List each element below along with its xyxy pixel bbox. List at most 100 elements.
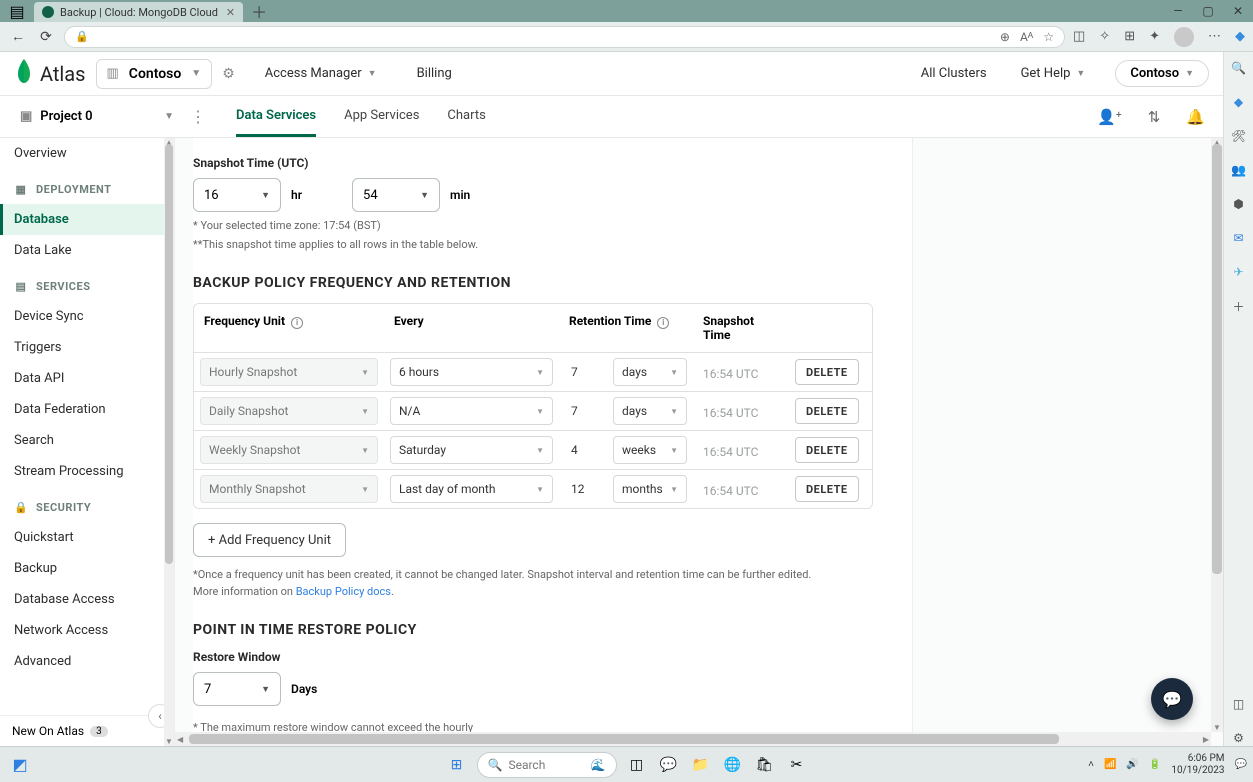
retention-number-input[interactable] [565, 358, 601, 386]
freq-unit-select[interactable]: Hourly Snapshot▼ [200, 358, 378, 386]
edge-panel-icon[interactable]: ◫ [1231, 696, 1247, 712]
browser-tab[interactable]: Backup | Cloud: MongoDB Cloud ✕ [34, 2, 243, 22]
tray-notifications-icon[interactable]: 💬 [1235, 759, 1247, 770]
access-manager-link[interactable]: Access Manager ▼ [265, 66, 377, 81]
sidebar-item-data-api[interactable]: Data API [0, 363, 165, 394]
window-maximize[interactable]: ▢ [1193, 4, 1223, 18]
refresh-icon[interactable]: ⟳ [36, 29, 56, 45]
sidebar-new-on-atlas[interactable]: New On Atlas 3 [0, 715, 165, 746]
main-scrollbar[interactable]: ▲ ▼ [1211, 138, 1223, 732]
every-select[interactable]: Last day of month▼ [390, 475, 553, 503]
tray-battery-icon[interactable]: 🔋 [1149, 759, 1161, 770]
copilot-icon[interactable]: ◆ [1235, 29, 1245, 44]
taskbar-app-teams[interactable]: 💬 [657, 753, 681, 777]
edge-settings-icon[interactable]: ⚙ [1231, 730, 1247, 746]
taskbar-app-edge[interactable]: 🌐 [721, 753, 745, 777]
tab-actions-icon[interactable]: ▤ [0, 0, 34, 22]
edge-add-icon[interactable]: ＋ [1231, 298, 1247, 314]
org-switcher[interactable]: ▥ Contoso ▼ [96, 59, 213, 89]
invite-icon[interactable]: 👤⁺ [1097, 108, 1122, 126]
edge-tool-icon[interactable]: 🛠 [1231, 128, 1247, 144]
edge-office-icon[interactable]: ⬢ [1231, 196, 1247, 212]
retention-unit-select[interactable]: days▼ [613, 358, 687, 386]
every-select[interactable]: 6 hours▼ [390, 358, 553, 386]
delete-button[interactable]: DELETE [795, 398, 859, 424]
sidebar-item-search[interactable]: Search [0, 425, 165, 456]
tab-close-icon[interactable]: ✕ [226, 6, 235, 19]
new-tab-button[interactable]: ＋ [251, 0, 267, 23]
edge-search-icon[interactable]: 🔍 [1231, 60, 1247, 76]
sidebar-item-database[interactable]: Database [0, 204, 165, 235]
taskbar-search[interactable]: 🔍 Search 🌊 [477, 752, 617, 778]
activity-icon[interactable]: ⇅ [1148, 108, 1161, 126]
address-bar[interactable]: 🔒 ⊕ Aᴬ ☆ [64, 26, 1065, 48]
sidebar-item-stream[interactable]: Stream Processing [0, 456, 165, 487]
edge-tag-icon[interactable]: ◆ [1231, 94, 1247, 110]
reader-icon[interactable]: Aᴬ [1020, 30, 1033, 44]
zoom-icon[interactable]: ⊕ [1000, 30, 1010, 44]
taskbar-app-snip[interactable]: ✂ [785, 753, 809, 777]
all-clusters-link[interactable]: All Clusters [921, 66, 987, 81]
edge-people-icon[interactable]: 👥 [1231, 162, 1247, 178]
sidebar-item-device-sync[interactable]: Device Sync [0, 301, 165, 332]
edge-send-icon[interactable]: ✈ [1231, 264, 1247, 280]
info-icon[interactable]: i [291, 317, 303, 329]
edge-outlook-icon[interactable]: ✉ [1231, 230, 1247, 246]
scroll-down-icon[interactable]: ▼ [1211, 723, 1223, 732]
delete-button[interactable]: DELETE [795, 476, 859, 502]
start-button[interactable]: ⊞ [445, 753, 469, 777]
retention-number-input[interactable] [565, 436, 601, 464]
snapshot-minute-select[interactable]: 54 ▼ [352, 178, 440, 212]
sidebar-item-quickstart[interactable]: Quickstart [0, 522, 165, 553]
freq-unit-select[interactable]: Daily Snapshot▼ [200, 397, 378, 425]
scroll-thumb[interactable] [165, 144, 173, 564]
tray-volume-icon[interactable]: 🔊 [1126, 759, 1138, 770]
main-hscrollbar[interactable]: ◀ ▶ [175, 732, 1211, 746]
tray-wifi-icon[interactable]: 📶 [1104, 759, 1116, 770]
back-icon[interactable]: ← [8, 28, 28, 45]
extensions-icon[interactable]: ✦ [1149, 29, 1160, 44]
account-menu[interactable]: Contoso ▼ [1115, 60, 1209, 87]
bell-icon[interactable]: 🔔 [1186, 108, 1205, 126]
retention-unit-select[interactable]: weeks▼ [613, 436, 687, 464]
tab-charts[interactable]: Charts [447, 97, 485, 137]
atlas-logo[interactable]: Atlas [14, 59, 86, 89]
retention-unit-select[interactable]: days▼ [613, 397, 687, 425]
info-icon[interactable]: i [657, 317, 669, 329]
collections-icon[interactable]: ⊞ [1124, 29, 1135, 44]
scroll-thumb[interactable] [1212, 144, 1222, 574]
delete-button[interactable]: DELETE [795, 437, 859, 463]
sidebar-item-network-access[interactable]: Network Access [0, 615, 165, 646]
retention-number-input[interactable] [565, 397, 601, 425]
chat-fab[interactable]: 💬 [1151, 678, 1193, 720]
tray-chevron-icon[interactable]: ˄ [1088, 759, 1094, 770]
split-screen-icon[interactable]: ◫ [1073, 29, 1085, 44]
sidebar-item-triggers[interactable]: Triggers [0, 332, 165, 363]
scroll-thumb[interactable] [189, 734, 1059, 744]
sidebar-item-backup[interactable]: Backup [0, 553, 165, 584]
more-icon[interactable]: ⋯ [1208, 29, 1221, 44]
every-select[interactable]: Saturday▼ [390, 436, 553, 464]
favorites-bar-icon[interactable]: ✧ [1099, 29, 1110, 44]
scroll-left-icon[interactable]: ◀ [177, 732, 183, 746]
snapshot-hour-select[interactable]: 16 ▼ [193, 178, 281, 212]
restore-window-select[interactable]: 7 ▼ [193, 672, 281, 706]
freq-unit-select[interactable]: Weekly Snapshot▼ [200, 436, 378, 464]
retention-number-input[interactable] [565, 475, 601, 503]
tab-data-services[interactable]: Data Services [236, 97, 316, 137]
taskbar-app-store[interactable]: 🛍 [753, 753, 777, 777]
project-menu-icon[interactable]: ⋮ [180, 107, 216, 126]
add-frequency-button[interactable]: + Add Frequency Unit [193, 523, 346, 557]
favorite-icon[interactable]: ☆ [1043, 30, 1054, 44]
sidebar-scrollbar[interactable]: ▲ ▼ [164, 138, 174, 746]
sidebar-item-database-access[interactable]: Database Access [0, 584, 165, 615]
every-select[interactable]: N/A▼ [390, 397, 553, 425]
window-minimize[interactable]: — [1163, 4, 1193, 18]
get-help-link[interactable]: Get Help ▼ [1021, 66, 1086, 81]
window-close[interactable]: ✕ [1223, 4, 1253, 18]
scroll-down-icon[interactable]: ▼ [164, 737, 174, 746]
sidebar-item-overview[interactable]: Overview [0, 138, 165, 169]
taskbar-app-explorer[interactable]: 📁 [689, 753, 713, 777]
org-settings-icon[interactable]: ⚙ [222, 66, 235, 82]
tab-app-services[interactable]: App Services [344, 97, 419, 137]
